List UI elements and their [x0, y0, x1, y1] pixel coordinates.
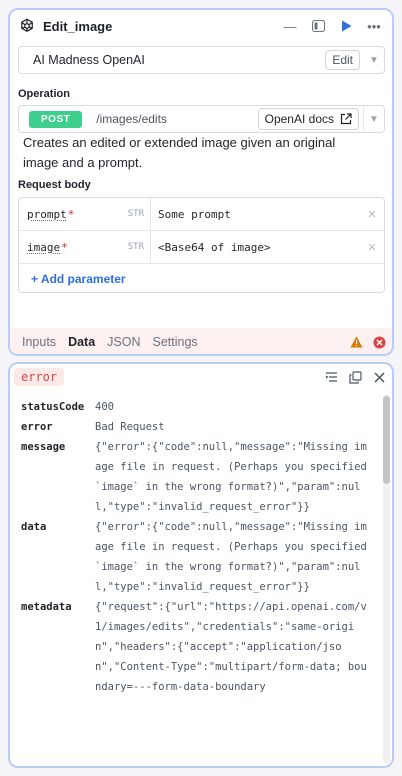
remove-param-icon[interactable]: ✕	[360, 241, 384, 254]
result-key: data	[21, 521, 47, 533]
panel-toggle-icon[interactable]	[308, 16, 328, 36]
minimize-icon[interactable]: —	[280, 16, 300, 36]
error-icon[interactable]	[373, 336, 386, 349]
edit-resource-button[interactable]: Edit	[325, 50, 360, 70]
param-row: prompt * STR Some prompt ✕	[19, 198, 384, 231]
param-row: image * STR <Base64 of image> ✕	[19, 231, 384, 264]
external-link-icon	[340, 113, 352, 125]
node-header: Edit_image — •••	[10, 10, 392, 42]
openai-logo-icon	[21, 18, 33, 32]
param-name-cell[interactable]: prompt * STR	[19, 208, 150, 221]
result-card: error statusCode 400 error Bad Request m…	[8, 362, 394, 768]
request-body-label: Request body	[18, 179, 91, 191]
result-key: error	[21, 421, 53, 433]
result-key: message	[21, 441, 66, 453]
run-icon[interactable]	[336, 16, 356, 36]
result-value: {"request":{"url":"https://api.openai.co…	[95, 601, 367, 693]
result-key: statusCode	[21, 401, 85, 413]
chevron-down-icon[interactable]: ▼	[364, 114, 384, 125]
resource-select[interactable]: AI Madness OpenAI Edit ▼	[18, 46, 385, 74]
result-key: metadata	[21, 601, 72, 613]
copy-icon[interactable]	[348, 370, 362, 384]
result-tabs: Inputs Data JSON Settings	[10, 328, 392, 354]
param-type: STR	[127, 209, 144, 219]
result-value: Bad Request	[95, 421, 165, 433]
scrollbar[interactable]	[383, 394, 390, 764]
add-parameter-button[interactable]: + Add parameter	[31, 272, 126, 286]
result-value: {"error":{"code":null,"message":"Missing…	[95, 521, 374, 593]
result-row: data {"error":{"code":null,"message":"Mi…	[21, 517, 371, 597]
collapse-list-icon[interactable]	[324, 370, 338, 384]
tab-inputs[interactable]: Inputs	[22, 328, 56, 354]
result-row: message {"error":{"code":null,"message":…	[21, 437, 371, 517]
chevron-down-icon[interactable]: ▼	[364, 55, 384, 66]
docs-link-button[interactable]: OpenAI docs	[257, 108, 359, 130]
result-data: statusCode 400 error Bad Request message…	[21, 397, 371, 697]
docs-link-label: OpenAI docs	[264, 112, 334, 126]
node-title[interactable]: Edit_image	[43, 19, 272, 34]
result-value: 400	[95, 401, 114, 413]
param-name: image	[27, 240, 61, 254]
remove-param-icon[interactable]: ✕	[360, 208, 384, 221]
operation-description: Creates an edited or extended image give…	[23, 135, 336, 170]
operation-label: Operation	[18, 88, 70, 100]
close-icon[interactable]	[372, 370, 386, 384]
operation-select[interactable]: POST /images/edits OpenAI docs ▼	[18, 105, 385, 133]
result-row: statusCode 400	[21, 397, 371, 417]
required-marker: *	[61, 240, 68, 254]
scrollbar-thumb[interactable]	[383, 396, 390, 484]
tab-data[interactable]: Data	[68, 328, 95, 354]
result-value: {"error":{"code":null,"message":"Missing…	[95, 441, 374, 513]
result-toolbar	[324, 370, 386, 384]
param-value-input[interactable]: Some prompt	[150, 198, 360, 230]
node-editor-card: Edit_image — ••• AI Madness OpenAI Edit …	[8, 8, 394, 356]
error-badge: error	[14, 368, 65, 386]
resource-name: AI Madness OpenAI	[33, 53, 145, 67]
param-name-cell[interactable]: image * STR	[19, 241, 150, 254]
warning-icon[interactable]	[350, 336, 363, 348]
result-row: error Bad Request	[21, 417, 371, 437]
tab-json[interactable]: JSON	[107, 328, 140, 354]
required-marker: *	[67, 207, 75, 221]
result-row: metadata {"request":{"url":"https://api.…	[21, 597, 371, 697]
operation-path: /images/edits	[96, 112, 167, 126]
tab-settings[interactable]: Settings	[153, 328, 198, 354]
params-table: prompt * STR Some prompt ✕ image * STR <…	[18, 197, 385, 293]
param-name: prompt	[27, 207, 67, 221]
param-value-input[interactable]: <Base64 of image>	[150, 231, 360, 263]
more-options-icon[interactable]: •••	[364, 16, 384, 36]
status-icons	[350, 336, 392, 349]
param-type: STR	[127, 242, 144, 252]
method-badge: POST	[29, 110, 83, 128]
